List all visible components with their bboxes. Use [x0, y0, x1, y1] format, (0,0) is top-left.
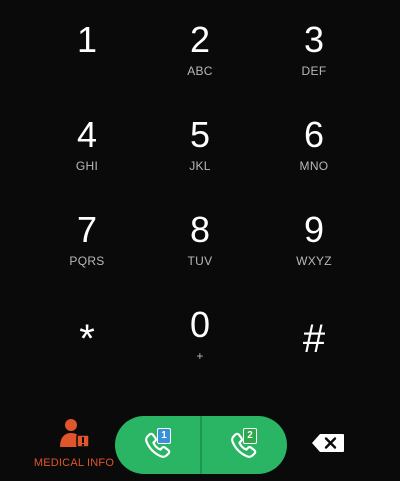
person-medical-icon: [58, 418, 90, 453]
key-4[interactable]: 4 GHI: [27, 95, 147, 185]
key-0[interactable]: 0 +: [140, 285, 260, 375]
key-digit: 1: [76, 19, 98, 60]
key-8[interactable]: 8 TUV: [140, 190, 260, 280]
backspace-button[interactable]: [308, 430, 348, 460]
phone-icon: 1: [140, 427, 176, 463]
medical-info-label: MEDICAL INFO: [33, 457, 115, 469]
key-digit: 7: [76, 209, 98, 250]
key-letters: MNO: [299, 159, 329, 173]
key-digit: 9: [303, 209, 325, 250]
key-digit: 2: [189, 19, 211, 60]
key-letters: PQRS: [69, 254, 105, 268]
key-digit: 6: [303, 114, 325, 155]
key-digit: 0: [189, 304, 211, 345]
key-digit: 8: [189, 209, 211, 250]
key-digit: 5: [189, 114, 211, 155]
key-3[interactable]: 3 DEF: [254, 0, 374, 90]
key-5[interactable]: 5 JKL: [140, 95, 260, 185]
backspace-icon: [311, 433, 345, 458]
key-hash[interactable]: #: [254, 285, 374, 375]
call-sim1-button[interactable]: 1: [115, 416, 201, 474]
key-letters: GHI: [75, 159, 99, 173]
key-digit: #: [302, 317, 326, 361]
dialer-action-bar: MEDICAL INFO 1 2: [0, 410, 400, 481]
call-button-group: 1 2: [115, 416, 287, 474]
key-2[interactable]: 2 ABC: [140, 0, 260, 90]
key-digit: 4: [76, 114, 98, 155]
key-letters: WXYZ: [296, 254, 332, 268]
sim-2-badge: 2: [243, 428, 257, 444]
call-sim2-button[interactable]: 2: [201, 416, 287, 474]
dialpad: 1 2 ABC 3 DEF 4 GHI 5 JKL 6 MNO 7 PQRS 8: [0, 0, 400, 390]
key-letters: ABC: [187, 64, 213, 78]
key-letters: TUV: [187, 254, 213, 268]
key-digit: *: [79, 317, 95, 361]
key-letters: JKL: [189, 159, 211, 173]
key-digit: 3: [303, 19, 325, 60]
key-letters: +: [196, 349, 204, 363]
medical-info-button[interactable]: MEDICAL INFO: [30, 418, 118, 478]
key-6[interactable]: 6 MNO: [254, 95, 374, 185]
sim-1-badge: 1: [157, 428, 171, 444]
key-7[interactable]: 7 PQRS: [27, 190, 147, 280]
key-letters: DEF: [301, 64, 327, 78]
key-9[interactable]: 9 WXYZ: [254, 190, 374, 280]
phone-icon: 2: [226, 427, 262, 463]
dialer-screen: 1 2 ABC 3 DEF 4 GHI 5 JKL 6 MNO 7 PQRS 8: [0, 0, 400, 481]
key-1[interactable]: 1: [27, 0, 147, 90]
key-star[interactable]: *: [27, 285, 147, 375]
